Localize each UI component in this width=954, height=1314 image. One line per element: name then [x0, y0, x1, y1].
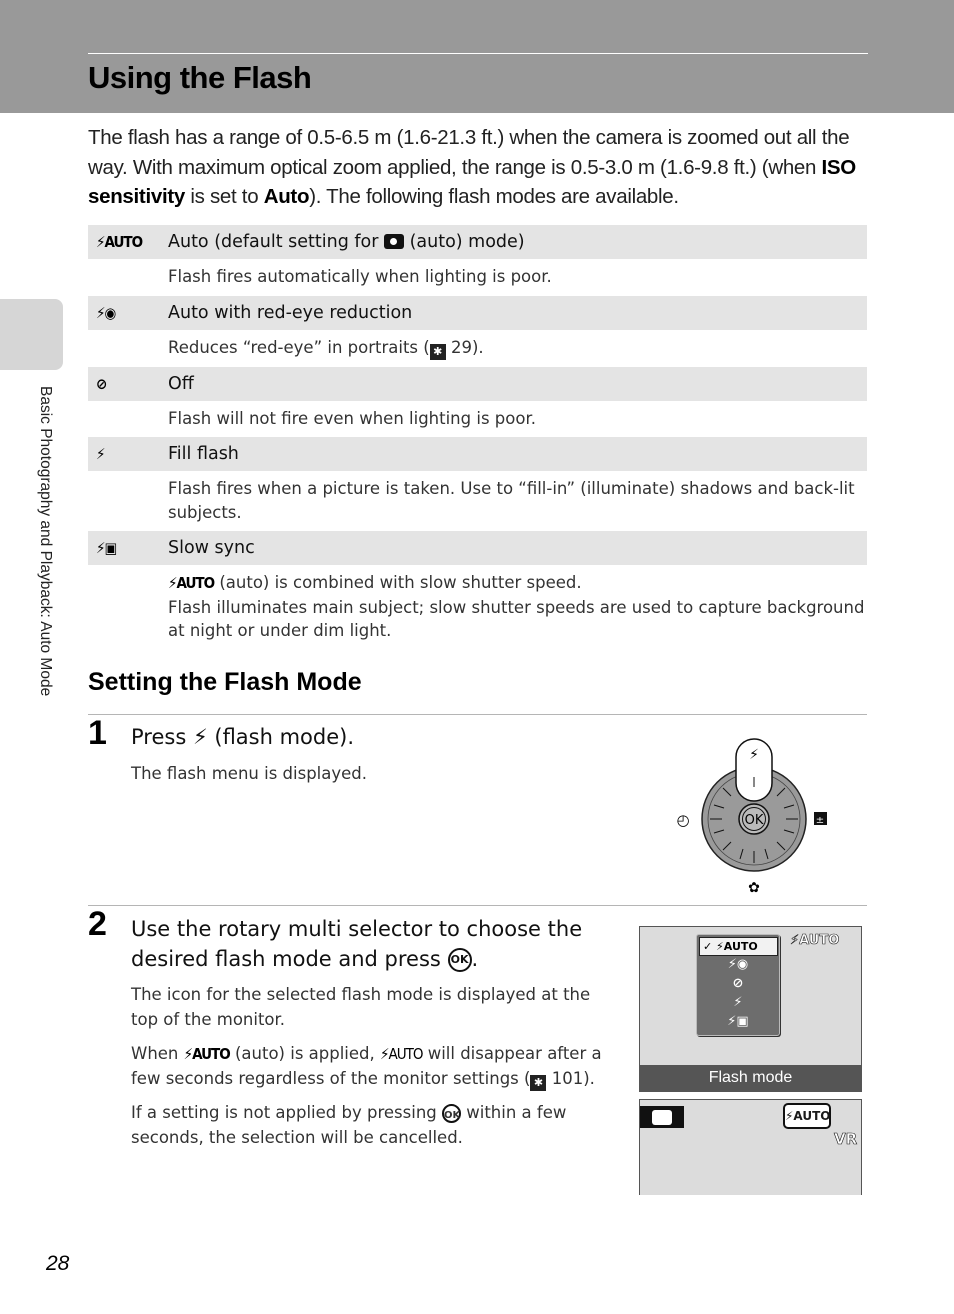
auto-mode-badge — [640, 1106, 684, 1128]
mode-desc: Flash fires when a picture is taken. Use… — [168, 479, 855, 522]
self-timer-icon: ◴ — [676, 811, 689, 829]
intro-text: The flash has a range of 0.5-6.5 m (1.6-… — [88, 126, 850, 179]
desc-text: Reduces “red-eye” in portraits ( — [168, 337, 430, 357]
svg-text:±: ± — [816, 815, 824, 826]
chapter-tab[interactable] — [0, 299, 63, 370]
chapter-label: Basic Photography and Playback: Auto Mod… — [37, 386, 54, 697]
header-band — [0, 0, 954, 113]
step-title-text: . — [471, 947, 479, 971]
mode-row-off: ⊘ Off — [88, 366, 867, 401]
body-text: If a setting is not applied by pressing — [131, 1103, 442, 1122]
check-icon: ✓ — [703, 940, 717, 953]
ok-button-icon: OK — [442, 1104, 461, 1123]
flash-indicator-icon: ⚡AUTO — [790, 933, 840, 949]
flash-auto-icon: ⚡AUTO — [96, 233, 143, 251]
step-body: The icon for the selected flash mode is … — [131, 985, 591, 1029]
red-eye-icon: ⚡◉ — [96, 303, 116, 322]
mode-title: Fill flash — [168, 444, 239, 464]
menu-item-selected[interactable]: ✓ ⚡AUTO — [699, 937, 778, 956]
desc-text: ). — [471, 337, 484, 357]
page-reference[interactable]: 29 — [451, 338, 472, 357]
multi-selector-diagram: OK ⚡ ◴ ± ✿ — [676, 738, 827, 895]
reference-icon: ✱ — [530, 1074, 547, 1091]
page-number: 28 — [46, 1252, 70, 1275]
body-text: When — [131, 1044, 184, 1063]
step-body: The flash menu is displayed. — [131, 764, 368, 783]
step-title-text: Press — [131, 725, 193, 749]
reference-icon: ✱ — [429, 343, 446, 360]
mode-desc: Reduces “red-eye” in portraits (✱ 29). — [88, 330, 867, 367]
menu-item-fill[interactable]: ⚡ — [697, 995, 779, 1010]
step-title: Use the rotary multi selector to choose … — [131, 914, 611, 974]
ok-button-icon: OK — [447, 948, 472, 972]
step-title-text: (flash mode). — [207, 725, 355, 749]
step-body: If a setting is not applied by pressing … — [131, 1101, 606, 1150]
menu-item-label: ⚡AUTO — [716, 940, 758, 953]
mode-row-slow-sync: ⚡▣ Slow sync — [88, 531, 867, 565]
mode-desc: Flash will not fire even when lighting i… — [168, 408, 536, 428]
monitor-shooting-display: ⚡AUTO VR — [639, 1099, 862, 1195]
flash-off-icon: ⊘ — [96, 374, 107, 393]
mode-desc: ⚡AUTO (auto) is combined with slow shutt… — [88, 565, 867, 650]
step-title-text: Use the rotary multi selector to choose … — [131, 917, 583, 941]
menu-item-off[interactable]: ⊘ — [697, 976, 779, 991]
macro-icon: ✿ — [748, 880, 760, 895]
monitor-flash-menu: ✓ ⚡AUTO ⚡◉ ⊘ ⚡ ⚡▣ ⚡AUTO Flash mode — [639, 926, 862, 1092]
ok-label: OK — [745, 813, 764, 828]
camera-icon — [652, 1110, 672, 1125]
flash-mode-menu: ✓ ⚡AUTO ⚡◉ ⊘ ⚡ ⚡▣ — [696, 934, 780, 1036]
mode-title: Slow sync — [168, 538, 255, 558]
menu-item-red-eye[interactable]: ⚡◉ — [697, 957, 779, 972]
screen-label: Flash mode — [640, 1065, 861, 1091]
section-title: Setting the Flash Mode — [88, 668, 362, 696]
step-rule — [88, 905, 867, 906]
body-text: (auto) is applied, — [229, 1044, 380, 1063]
section-rule — [88, 714, 867, 715]
intro-text: is set to — [184, 185, 264, 208]
step-number: 2 — [88, 905, 107, 943]
slow-sync-icon: ⚡▣ — [96, 539, 117, 557]
desc-text: (auto) is combined with slow shutter spe… — [214, 573, 582, 592]
vr-icon: VR — [834, 1130, 858, 1149]
flash-mode-indicator: ⚡AUTO — [783, 1103, 831, 1129]
menu-item-slow-sync[interactable]: ⚡▣ — [697, 1014, 779, 1029]
step-title-text: desired flash mode and press — [131, 947, 448, 971]
mode-title: Auto (default setting for (auto) mode) — [168, 232, 525, 252]
mode-title: Auto with red-eye reduction — [168, 302, 413, 323]
flash-auto-icon: ⚡AUTO — [183, 1045, 231, 1063]
header-rule — [88, 53, 868, 54]
fill-flash-icon: ⚡ — [96, 445, 105, 463]
flash-modes-table: ⚡AUTO Auto (default setting for (auto) m… — [88, 225, 867, 650]
mode-row-fill: ⚡ Fill flash — [88, 437, 867, 471]
page-title: Using the Flash — [88, 60, 312, 95]
step-title: Press ⚡ (flash mode). — [131, 722, 354, 752]
mode-title: Off — [168, 373, 194, 394]
flash-auto-icon: ⚡AUTO — [168, 574, 215, 592]
flash-auto-outline-icon: ⚡AUTO — [380, 1045, 423, 1063]
desc-text: Flash illuminates main subject; slow shu… — [168, 597, 865, 641]
intro-text: ). The following flash modes are availab… — [309, 185, 679, 208]
flash-icon: ⚡ — [192, 725, 208, 749]
camera-icon — [384, 234, 405, 249]
mode-row-auto: ⚡AUTO Auto (default setting for (auto) m… — [88, 225, 867, 259]
intro-paragraph: The flash has a range of 0.5-6.5 m (1.6-… — [88, 123, 868, 212]
page-reference[interactable]: 101 — [552, 1069, 584, 1088]
flash-icon: ⚡ — [749, 747, 759, 763]
mode-title-text: (auto) mode) — [404, 232, 525, 252]
step-body: When ⚡AUTO (auto) is applied, ⚡AUTO will… — [131, 1042, 611, 1091]
body-text: ). — [583, 1068, 595, 1088]
step-number: 1 — [88, 714, 107, 752]
mode-desc: Flash fires automatically when lighting … — [168, 267, 552, 286]
mode-row-red-eye: ⚡◉ Auto with red-eye reduction — [88, 295, 867, 330]
mode-title-text: Auto (default setting for — [168, 232, 385, 252]
auto-term: Auto — [263, 185, 310, 208]
